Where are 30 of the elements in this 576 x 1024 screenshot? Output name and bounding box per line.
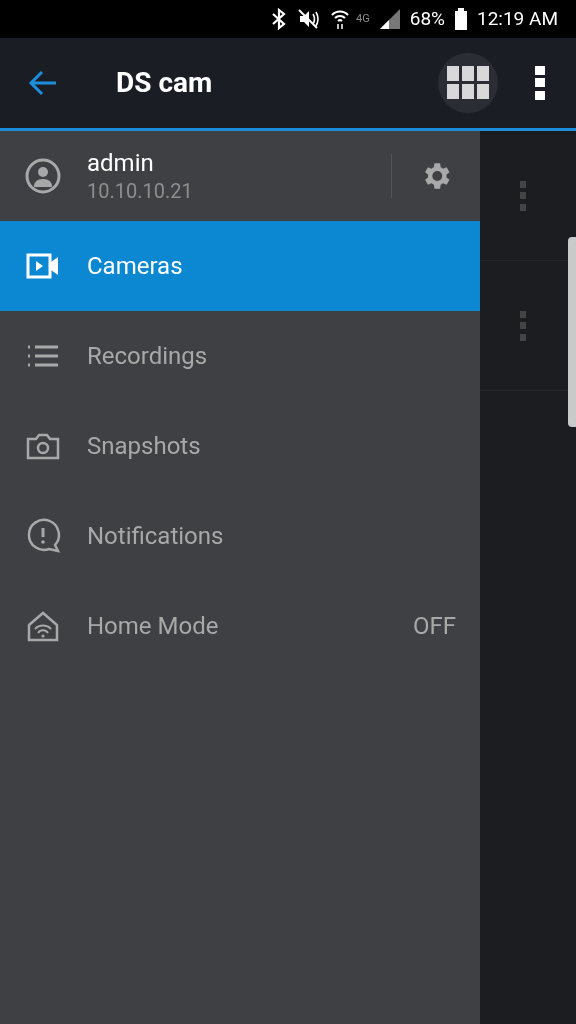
grid-icon [447,66,489,100]
drawer-menu-item[interactable]: Notifications [0,491,480,581]
battery-percent: 68% [409,5,445,32]
server-address: 10.10.10.21 [87,178,193,204]
menu-item-label: Cameras [87,251,183,282]
clock-time: 12:19 AM [477,5,558,32]
drawer-menu-item[interactable]: Recordings [0,311,480,401]
back-arrow-icon [28,70,58,96]
menu-item-label: Recordings [87,341,208,372]
battery-icon [455,8,467,30]
home-mode-status: OFF [412,611,456,642]
more-vertical-icon [520,180,526,211]
user-avatar-icon [25,158,61,194]
bluetooth-icon [270,8,288,30]
mute-icon [298,8,320,30]
more-vertical-icon [520,310,526,341]
scroll-handle[interactable] [568,237,576,427]
signal-icon [379,9,400,29]
wifi-icon [330,8,350,30]
drawer-menu-item[interactable]: Home Mode OFF [0,581,480,671]
user-name: admin [87,148,155,178]
more-vertical-icon [535,66,545,100]
menu-item-label: Home Mode [87,611,219,642]
app-title: DS cam [116,65,213,101]
alert-bubble-icon [25,518,61,554]
menu-item-label: Snapshots [87,431,201,462]
drawer-menu-item[interactable]: Cameras [0,221,480,311]
drawer-menu-item[interactable]: Snapshots [0,401,480,491]
menu-item-label: Notifications [87,521,224,552]
network-type: 4G [356,10,370,27]
